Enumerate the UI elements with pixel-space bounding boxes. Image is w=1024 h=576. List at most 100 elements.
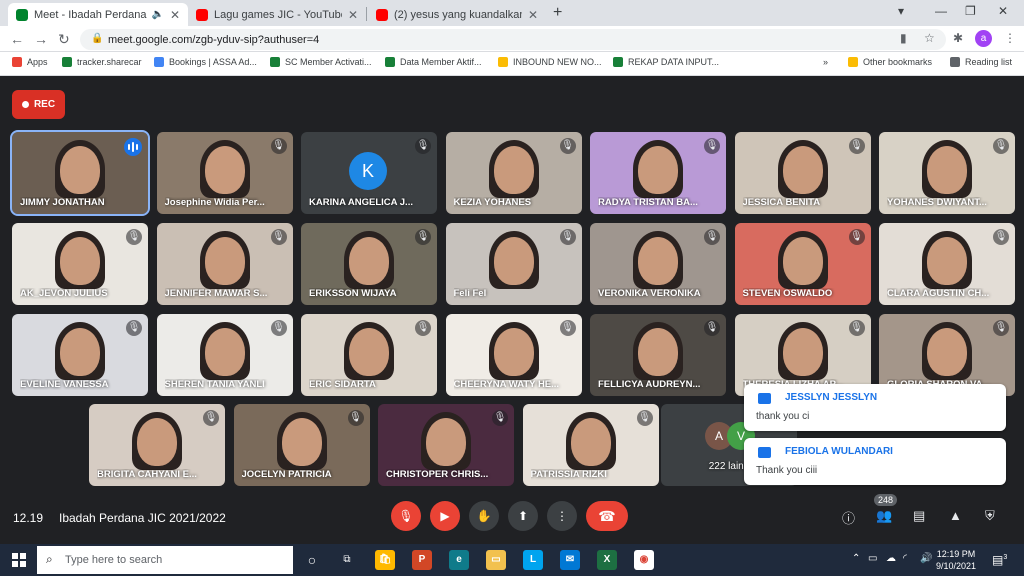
participant-tile[interactable]: 🎙 CLARA AGUSTIN CH... — [879, 223, 1015, 305]
close-icon[interactable]: ✕ — [170, 8, 180, 22]
url-field[interactable]: 🔒 meet.google.com/zgb-yduv-sip?authuser=… — [80, 29, 946, 50]
extensions-icon[interactable]: ✱ — [953, 31, 963, 45]
mic-muted-icon: 🎙 — [704, 229, 720, 245]
chrome-icon[interactable]: ◉ — [634, 550, 654, 570]
bookmark-item[interactable]: Bookings | ASSA Ad... — [154, 57, 257, 67]
bookmark-item[interactable]: INBOUND NEW NO... — [498, 57, 602, 67]
participant-tile[interactable]: 🎙 SHEREN TANIA YANLI — [156, 314, 293, 396]
participant-tile[interactable]: 🎙 BRIGITA CAHYANI E... — [89, 404, 225, 486]
cortana-icon[interactable]: ○ — [302, 550, 322, 570]
reading-list[interactable]: Reading list — [950, 57, 1012, 67]
notifications-icon[interactable]: ▤3 — [992, 553, 1007, 567]
chat-notification[interactable]: FEBIOLA WULANDARI Thank you ciii — [744, 438, 1006, 485]
participant-tile[interactable]: 🎙 FELLICYA AUDREYN... — [590, 314, 726, 396]
battery-icon[interactable]: ▭ — [868, 553, 877, 564]
taskbar-clock[interactable]: 12:19 PM 9/10/2021 — [936, 548, 976, 572]
taskbar-search-box[interactable]: ⌕ Type here to search — [37, 546, 293, 574]
participant-tile[interactable]: 🎙 Josephine Widia Per... — [156, 132, 293, 214]
mic-muted-icon: 🎙 — [126, 229, 142, 245]
participant-name: JIMMY JONATHAN — [20, 197, 105, 208]
file-explorer-icon[interactable]: ▭ — [486, 550, 506, 570]
chat-notification[interactable]: JESSLYN JESSLYN thank you ci — [744, 384, 1006, 431]
close-icon[interactable]: ✕ — [348, 8, 358, 22]
more-options-button[interactable]: ⋮ — [547, 501, 577, 531]
participant-tile[interactable]: 🎙 CHRISTOPER CHRIS... — [378, 404, 514, 486]
participant-tile[interactable]: 🎙 EVELINE VANESSA — [12, 314, 148, 396]
mic-toggle-button[interactable]: 🎙 — [391, 501, 421, 531]
close-icon[interactable]: ✕ — [528, 8, 538, 22]
participant-tile[interactable]: 🎙 STEVEN OSWALDO — [734, 223, 871, 305]
participant-tile[interactable]: 🎙 JOCELYN PATRICIA — [233, 404, 370, 486]
forward-button[interactable]: → — [34, 31, 48, 47]
participant-name: PATRISSIA RIZKI — [530, 469, 607, 480]
end-call-button[interactable]: ☎ — [586, 501, 628, 531]
meeting-title: Ibadah Perdana JIC 2021/2022 — [59, 511, 226, 525]
participant-name: AK_JEVON JULIUS — [20, 288, 108, 299]
raise-hand-button[interactable]: ✋ — [469, 501, 499, 531]
task-view-icon[interactable]: ⧉ — [337, 550, 357, 570]
bookmark-item[interactable]: REKAP DATA INPUT... — [613, 57, 719, 67]
new-tab-button[interactable]: + — [553, 4, 562, 22]
edge-icon[interactable]: e — [449, 550, 469, 570]
mail-icon[interactable]: ✉ — [560, 550, 580, 570]
participant-tile[interactable]: 🎙 AK_JEVON JULIUS — [12, 223, 148, 305]
participant-tile[interactable]: 🎙 CHEERYNA WATY HE... — [445, 314, 582, 396]
excel-icon[interactable]: X — [597, 550, 617, 570]
youtube-favicon-icon — [376, 8, 388, 21]
tab-youtube[interactable]: Lagu games JIC - YouTube ✕ — [188, 3, 366, 26]
show-hidden-icons-icon[interactable]: ⌃ — [852, 553, 860, 564]
phone-hangup-icon: ☎ — [598, 508, 616, 524]
activities-button[interactable]: ▲ — [949, 508, 962, 523]
back-button[interactable]: ← — [10, 31, 24, 47]
tab-search-icon[interactable]: ▾ — [898, 4, 904, 18]
participant-tile[interactable]: 🎙 KEZIA YOHANES — [445, 132, 582, 214]
present-screen-button[interactable]: ⬆ — [508, 501, 538, 531]
camera-toggle-button[interactable]: ▶ — [430, 501, 460, 531]
bookmark-item[interactable]: Data Member Aktif... — [385, 57, 482, 67]
tab-meet[interactable]: Meet - Ibadah Perdana JIC 2021/2022 🔈 ✕ — [8, 3, 188, 26]
participant-tile[interactable]: 🎙 RADYA TRISTAN BA... — [590, 132, 726, 214]
bookmark-item[interactable]: SC Member Activati... — [270, 57, 372, 67]
participant-tile[interactable]: 🎙 VERONIKA VERONIKA — [590, 223, 726, 305]
window-close-button[interactable]: ✕ — [998, 4, 1008, 18]
meeting-details-button[interactable]: ⓘ — [842, 508, 855, 527]
bookmark-item[interactable]: tracker.sharecar — [62, 57, 142, 67]
participant-tile[interactable]: 🎙 YOHANES DWIYANT... — [879, 132, 1015, 214]
windows-start-button[interactable] — [12, 553, 26, 567]
participant-video-face — [281, 418, 322, 466]
camera-icon[interactable]: ▮ — [900, 31, 907, 45]
powerpoint-icon[interactable]: P — [412, 550, 432, 570]
participant-video-face — [137, 418, 177, 466]
minimize-button[interactable]: — — [935, 4, 947, 18]
wifi-icon[interactable]: ◜ — [903, 553, 907, 564]
participant-tile[interactable]: JIMMY JONATHAN — [10, 130, 150, 216]
restore-button[interactable]: ❐ — [965, 4, 976, 18]
line-app-icon[interactable]: L — [523, 550, 543, 570]
store-icon[interactable]: 🛍 — [375, 550, 395, 570]
tab-youtube-lyrics[interactable]: (2) yesus yang kuandalkan lirik - ✕ — [368, 3, 546, 26]
host-controls-button[interactable]: ⛨ — [985, 508, 995, 524]
participant-video-face — [60, 237, 100, 285]
people-button[interactable]: 👥 — [876, 508, 892, 524]
participant-tile[interactable]: 🎙 PATRISSIA RIZKI — [522, 404, 659, 486]
participant-tile[interactable]: 🎙 ERIC SIDARTA — [301, 314, 437, 396]
participant-video-face — [782, 237, 823, 285]
mic-muted-icon: 🎙 — [492, 410, 508, 426]
menu-icon[interactable]: ⋮ — [1004, 31, 1016, 45]
reload-button[interactable]: ↻ — [58, 31, 70, 48]
chat-button[interactable]: ▤ — [913, 508, 925, 524]
participant-tile[interactable]: 🎙 JENNIFER MAWAR S... — [156, 223, 293, 305]
participant-tile[interactable]: 🎙 Feli Fel — [445, 223, 582, 305]
participant-tile[interactable]: K 🎙 KARINA ANGELICA J... — [301, 132, 437, 214]
volume-icon[interactable]: 🔊 — [920, 553, 932, 564]
other-bookmarks[interactable]: Other bookmarks — [848, 57, 932, 67]
bookmark-star-icon[interactable]: ☆ — [924, 31, 935, 45]
profile-avatar[interactable]: a — [975, 30, 992, 47]
participant-tile[interactable]: 🎙 ERIKSSON WIJAYA — [301, 223, 437, 305]
participant-tile[interactable]: 🎙 JESSICA BENITA — [734, 132, 871, 214]
bookmarks-overflow-button[interactable]: » — [823, 57, 828, 67]
participant-name: VERONIKA VERONIKA — [598, 288, 701, 299]
bookmark-apps[interactable]: Apps — [12, 57, 48, 67]
chat-icon — [758, 447, 771, 458]
cloud-icon[interactable]: ☁ — [886, 553, 896, 564]
